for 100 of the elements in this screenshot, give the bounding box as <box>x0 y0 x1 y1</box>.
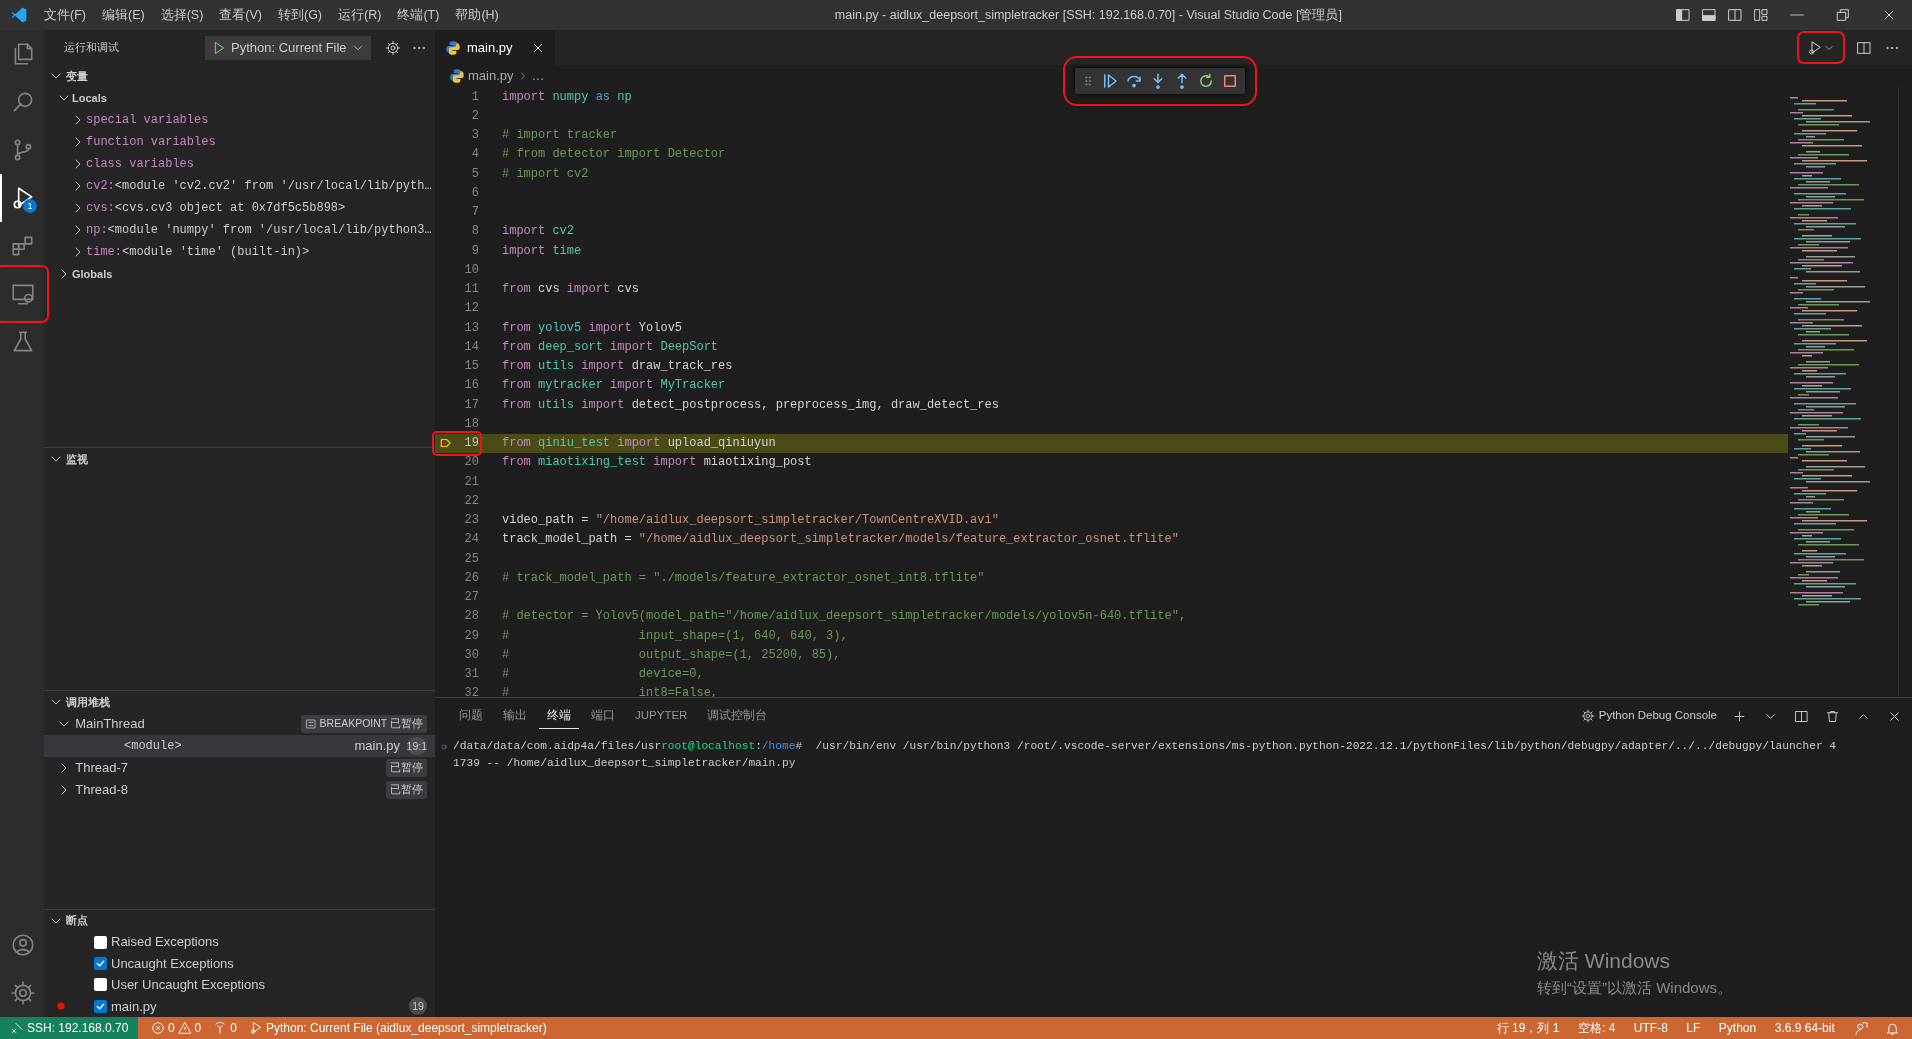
settings-icon[interactable] <box>384 39 401 56</box>
breakpoint-label[interactable]: main.py <box>111 996 409 1017</box>
line-number: 14 <box>463 338 479 356</box>
variable-value: <cvs.cv3 object at 0x7df5c5b898> <box>114 200 346 217</box>
variable-name[interactable]: time: <box>86 243 122 261</box>
code-line: from qiniu_test import upload_qiniuyun <box>502 435 776 453</box>
variable-name[interactable]: special variables <box>86 111 209 129</box>
problems-indicator[interactable]: 0 0 <box>144 1017 208 1039</box>
editor-tab[interactable]: main.py <box>435 30 555 65</box>
line-number: 4 <box>470 146 479 164</box>
position-badge: 19:1 <box>406 737 427 755</box>
python-icon <box>449 68 465 84</box>
terminal-selector[interactable]: Python Debug Console <box>1576 705 1722 727</box>
menu-item[interactable]: 查看(V) <box>211 5 270 25</box>
continue-icon[interactable] <box>1101 72 1119 90</box>
variable-name[interactable]: cvs: <box>86 199 115 217</box>
panel-tab[interactable]: 调试控制台 <box>699 702 776 730</box>
stack-frame[interactable]: <module> main.py 19:1 <box>44 735 435 757</box>
thread-name[interactable]: Thread-8 <box>75 780 386 800</box>
checkbox[interactable] <box>94 978 107 992</box>
status-badge: BREAKPOINT 已暂停 <box>300 715 427 733</box>
checkbox[interactable] <box>94 999 107 1013</box>
status-item[interactable]: 空格: 4 <box>1572 1017 1622 1039</box>
sidebar-title: 运行和调试 <box>64 40 120 56</box>
breadcrumb-item[interactable]: main.py <box>468 66 514 86</box>
variable-name[interactable]: np: <box>86 221 108 239</box>
scope-row[interactable]: Globals <box>44 263 435 285</box>
line-number: 31 <box>463 666 479 684</box>
menu-item[interactable]: 转到(G) <box>270 5 331 25</box>
launch-config-dropdown[interactable]: Python: Current File <box>205 35 371 60</box>
code-line: # track_model_path = "./models/feature_extractor_osnet_int8.tflite" <box>502 569 985 587</box>
breakpoint-label[interactable]: Uncaught Exceptions <box>111 953 435 974</box>
remote-icon <box>10 1021 24 1035</box>
line-number: 32 <box>463 685 479 703</box>
section-header[interactable]: 变量 <box>44 65 435 87</box>
menu-item[interactable]: 终端(T) <box>389 5 448 25</box>
status-item[interactable]: 3.6.9 64-bit <box>1768 1017 1841 1039</box>
launch-indicator[interactable]: Python: Current File (aidlux_deepsort_simpletracker) <box>243 1017 553 1039</box>
variable-name[interactable]: class variables <box>86 155 195 173</box>
new-terminal-icon[interactable] <box>1732 708 1747 724</box>
minimize-icon <box>1790 14 1804 16</box>
split-layout-icon[interactable] <box>1727 7 1743 23</box>
variable-name[interactable]: function variables <box>86 133 216 151</box>
thread-name[interactable]: Thread-7 <box>75 758 386 778</box>
checkbox[interactable] <box>94 935 107 949</box>
count-badge: 1 <box>23 199 37 213</box>
variable-name[interactable]: cv2: <box>86 177 115 195</box>
terminal-line: /data/data/com.aidp4a/files/usrroot@localhost:/home# /usr/bin/env /usr/bin/python3 /root/.vscode-server/extensions/ms-python.python-2022.12.1/pythonFiles/lib/python/debugpy/adapter/../../debugpy/launcher 4 <box>453 738 1912 755</box>
panel-tab[interactable]: 端口 <box>583 702 623 730</box>
line-number: 15 <box>463 358 479 376</box>
section-header[interactable]: 监视 <box>44 448 435 470</box>
variable-value: <module 'numpy' from '/usr/local/lib/python3… <box>107 222 432 239</box>
menu-item[interactable]: 运行(R) <box>330 5 390 25</box>
line-number: 25 <box>463 550 479 568</box>
play-bug-icon <box>249 1021 263 1035</box>
stop-icon[interactable] <box>1221 72 1239 90</box>
restart-icon[interactable] <box>1197 72 1215 90</box>
trash-icon[interactable] <box>1825 708 1840 724</box>
status-item[interactable]: 行 19，列 1 <box>1490 1017 1566 1039</box>
scope-row[interactable]: Locals <box>44 87 435 109</box>
activation-title: 激活 Windows <box>1537 948 1671 974</box>
bell-icon[interactable] <box>1885 1020 1900 1036</box>
menu-item[interactable]: 帮助(H) <box>447 5 507 25</box>
code-line: from mytracker import MyTracker <box>502 377 726 395</box>
breakpoint-label[interactable]: Raised Exceptions <box>111 932 435 952</box>
menu-item[interactable]: 选择(S) <box>152 5 212 25</box>
menu-item[interactable]: 文件(F) <box>36 5 94 25</box>
frame-name: <module> <box>124 738 183 755</box>
feedback-icon[interactable] <box>1854 1020 1869 1036</box>
ports-indicator[interactable]: 0 <box>207 1017 243 1039</box>
section-header[interactable]: 断点 <box>44 910 435 932</box>
check-icon <box>95 958 106 969</box>
line-number: 18 <box>463 415 479 433</box>
panel-toggle-icon[interactable] <box>1701 7 1717 23</box>
panel-tab[interactable]: 终端 <box>539 702 579 730</box>
variable-value: <module 'cv2.cv2' from '/usr/local/lib/pyth… <box>114 178 432 195</box>
sidebar-toggle-icon[interactable] <box>1675 7 1691 23</box>
breakpoint-label[interactable]: User Uncaught Exceptions <box>111 975 435 995</box>
line-number: 8 <box>470 223 479 241</box>
status-item[interactable]: LF <box>1680 1017 1707 1039</box>
gear-icon <box>1581 709 1596 723</box>
panel-tab[interactable]: 问题 <box>451 702 491 730</box>
breadcrumb-item[interactable]: … <box>531 66 545 86</box>
split-terminal-icon[interactable] <box>1794 708 1809 724</box>
layout-grid-icon[interactable] <box>1753 7 1769 23</box>
status-item[interactable]: Python <box>1712 1017 1763 1039</box>
code-line: from utils import draw_track_res <box>502 358 733 376</box>
panel-tab[interactable]: 输出 <box>495 702 535 730</box>
status-item[interactable]: UTF-8 <box>1627 1017 1674 1039</box>
checkbox[interactable] <box>94 957 107 970</box>
panel-tab[interactable]: JUPYTER <box>627 702 696 730</box>
remote-indicator[interactable]: SSH: 192.168.0.70 <box>0 1017 139 1039</box>
activation-text: 转到“设置”以激活 Windows。 <box>1537 977 1732 998</box>
split-editor-icon[interactable] <box>1856 40 1872 56</box>
thread-name[interactable]: MainThread <box>75 714 301 734</box>
play-bug-icon <box>1807 39 1823 56</box>
code-line: # device=0, <box>502 666 704 684</box>
section-header[interactable]: 调用堆栈 <box>44 691 435 713</box>
antenna-icon <box>213 1021 228 1035</box>
menu-item[interactable]: 编辑(E) <box>93 5 153 25</box>
